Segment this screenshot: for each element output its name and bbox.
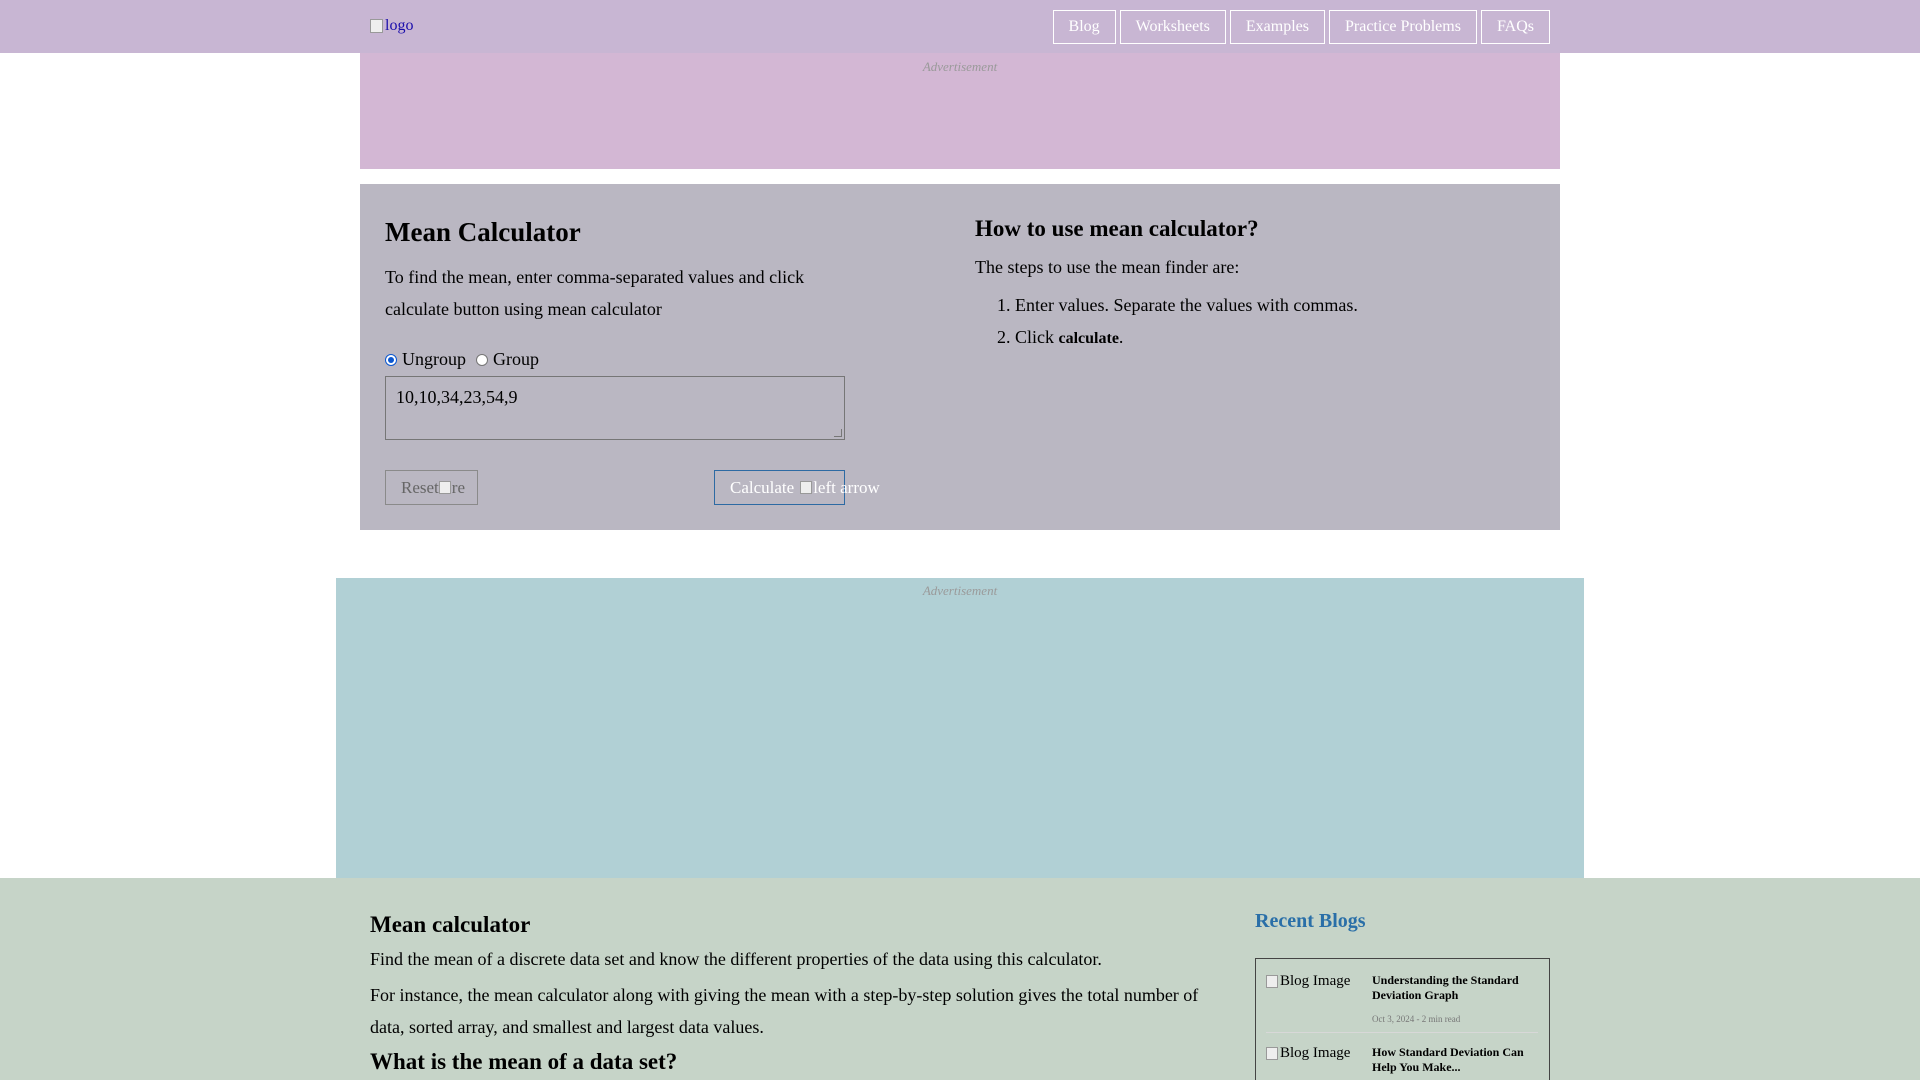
calculate-icon-alt: left arrow: [813, 477, 880, 497]
howto-steps: Enter values. Separate the values with c…: [1015, 289, 1358, 355]
reset-icon-alt: re: [451, 477, 465, 497]
calculate-label: Calculate: [730, 477, 795, 497]
advertisement-banner-top[interactable]: Advertisement: [360, 53, 1560, 169]
article-paragraph-2: For instance, the mean calculator along …: [370, 985, 1199, 1037]
blog-image[interactable]: Blog Image: [1266, 973, 1366, 1024]
radio-ungroup-dot[interactable]: [385, 353, 397, 366]
radio-ungroup[interactable]: Ungroup: [385, 349, 466, 370]
advertisement-label: Advertisement: [922, 583, 998, 598]
radio-ungroup-label: Ungroup: [402, 349, 466, 369]
blog-image[interactable]: Blog Image: [1266, 1045, 1366, 1075]
article-title: Mean calculator: [370, 912, 531, 937]
reset-label: Reset: [401, 477, 439, 497]
nav-practice-problems[interactable]: Practice Problems: [1328, 10, 1477, 44]
blog-title[interactable]: How Standard Deviation Can Help You Make…: [1372, 1045, 1532, 1075]
howto-step-1: Enter values. Separate the values with c…: [1015, 289, 1358, 321]
broken-image-icon: [1266, 1047, 1278, 1060]
howto-title: How to use mean calculator?: [975, 216, 1259, 241]
broken-image-icon: [1266, 975, 1278, 988]
calculator-description: To find the mean, enter comma-separated …: [385, 267, 805, 319]
site-logo[interactable]: logo: [370, 17, 413, 35]
calculator-title: Mean Calculator: [385, 217, 581, 247]
nav-examples[interactable]: Examples: [1229, 10, 1325, 44]
reset-button[interactable]: Reset re: [385, 470, 478, 505]
broken-image-icon: [370, 19, 383, 33]
advertisement-banner-middle[interactable]: Advertisement: [336, 578, 1584, 878]
broken-image-icon: [800, 481, 813, 494]
calculator-panel: Mean Calculator To find the mean, enter …: [360, 184, 1560, 530]
reset-icon: re: [438, 477, 465, 498]
calculate-button[interactable]: Calculate left arrow: [714, 470, 880, 505]
recent-blogs-heading: Recent Blogs: [1255, 910, 1366, 932]
howto-intro: The steps to use the mean finder are:: [975, 257, 1240, 277]
howto-step-2: Click calculate.: [1015, 321, 1358, 355]
blog-meta: Oct 3, 2024 - 2 min read: [1372, 1014, 1461, 1024]
radio-group[interactable]: Group: [476, 349, 539, 370]
mode-radio-group: Ungroup Group: [385, 349, 549, 370]
step2-bold: calculate: [1058, 330, 1119, 347]
broken-image-icon: [438, 481, 451, 494]
resize-handle-icon[interactable]: [834, 429, 842, 437]
radio-group-dot[interactable]: [476, 353, 488, 366]
article-paragraph-1: Find the mean of a discrete data set and…: [370, 949, 1102, 969]
blog-item[interactable]: Blog Image Understanding the Standard De…: [1266, 973, 1538, 1033]
article-subtitle: What is the mean of a data set?: [370, 1049, 678, 1074]
blog-title[interactable]: Understanding the Standard Deviation Gra…: [1372, 973, 1532, 1003]
values-textarea[interactable]: 10,10,34,23,54,9: [385, 376, 845, 440]
article-section: Mean calculator Find the mean of a discr…: [0, 878, 1920, 1080]
blog-image-alt: Blog Image: [1280, 973, 1351, 989]
advertisement-label: Advertisement: [922, 59, 998, 74]
nav-blog[interactable]: Blog: [1052, 10, 1116, 44]
recent-blogs-list: Blog Image Understanding the Standard De…: [1255, 958, 1550, 1080]
values-text: 10,10,34,23,54,9: [396, 387, 518, 407]
blog-image-alt: Blog Image: [1280, 1045, 1351, 1061]
logo-alt-text: logo: [385, 17, 414, 34]
nav-faqs[interactable]: FAQs: [1480, 10, 1550, 44]
radio-group-label: Group: [493, 349, 539, 369]
step2-prefix: Click: [1015, 327, 1059, 347]
left-arrow-icon: left arrow: [800, 478, 880, 498]
blog-item[interactable]: Blog Image How Standard Deviation Can He…: [1266, 1045, 1538, 1075]
nav-worksheets[interactable]: Worksheets: [1119, 10, 1226, 44]
top-navbar: logo Blog Worksheets Examples Practice P…: [0, 0, 1920, 53]
step2-suffix: .: [1118, 327, 1124, 347]
nav-links: Blog Worksheets Examples Practice Proble…: [1052, 10, 1550, 44]
